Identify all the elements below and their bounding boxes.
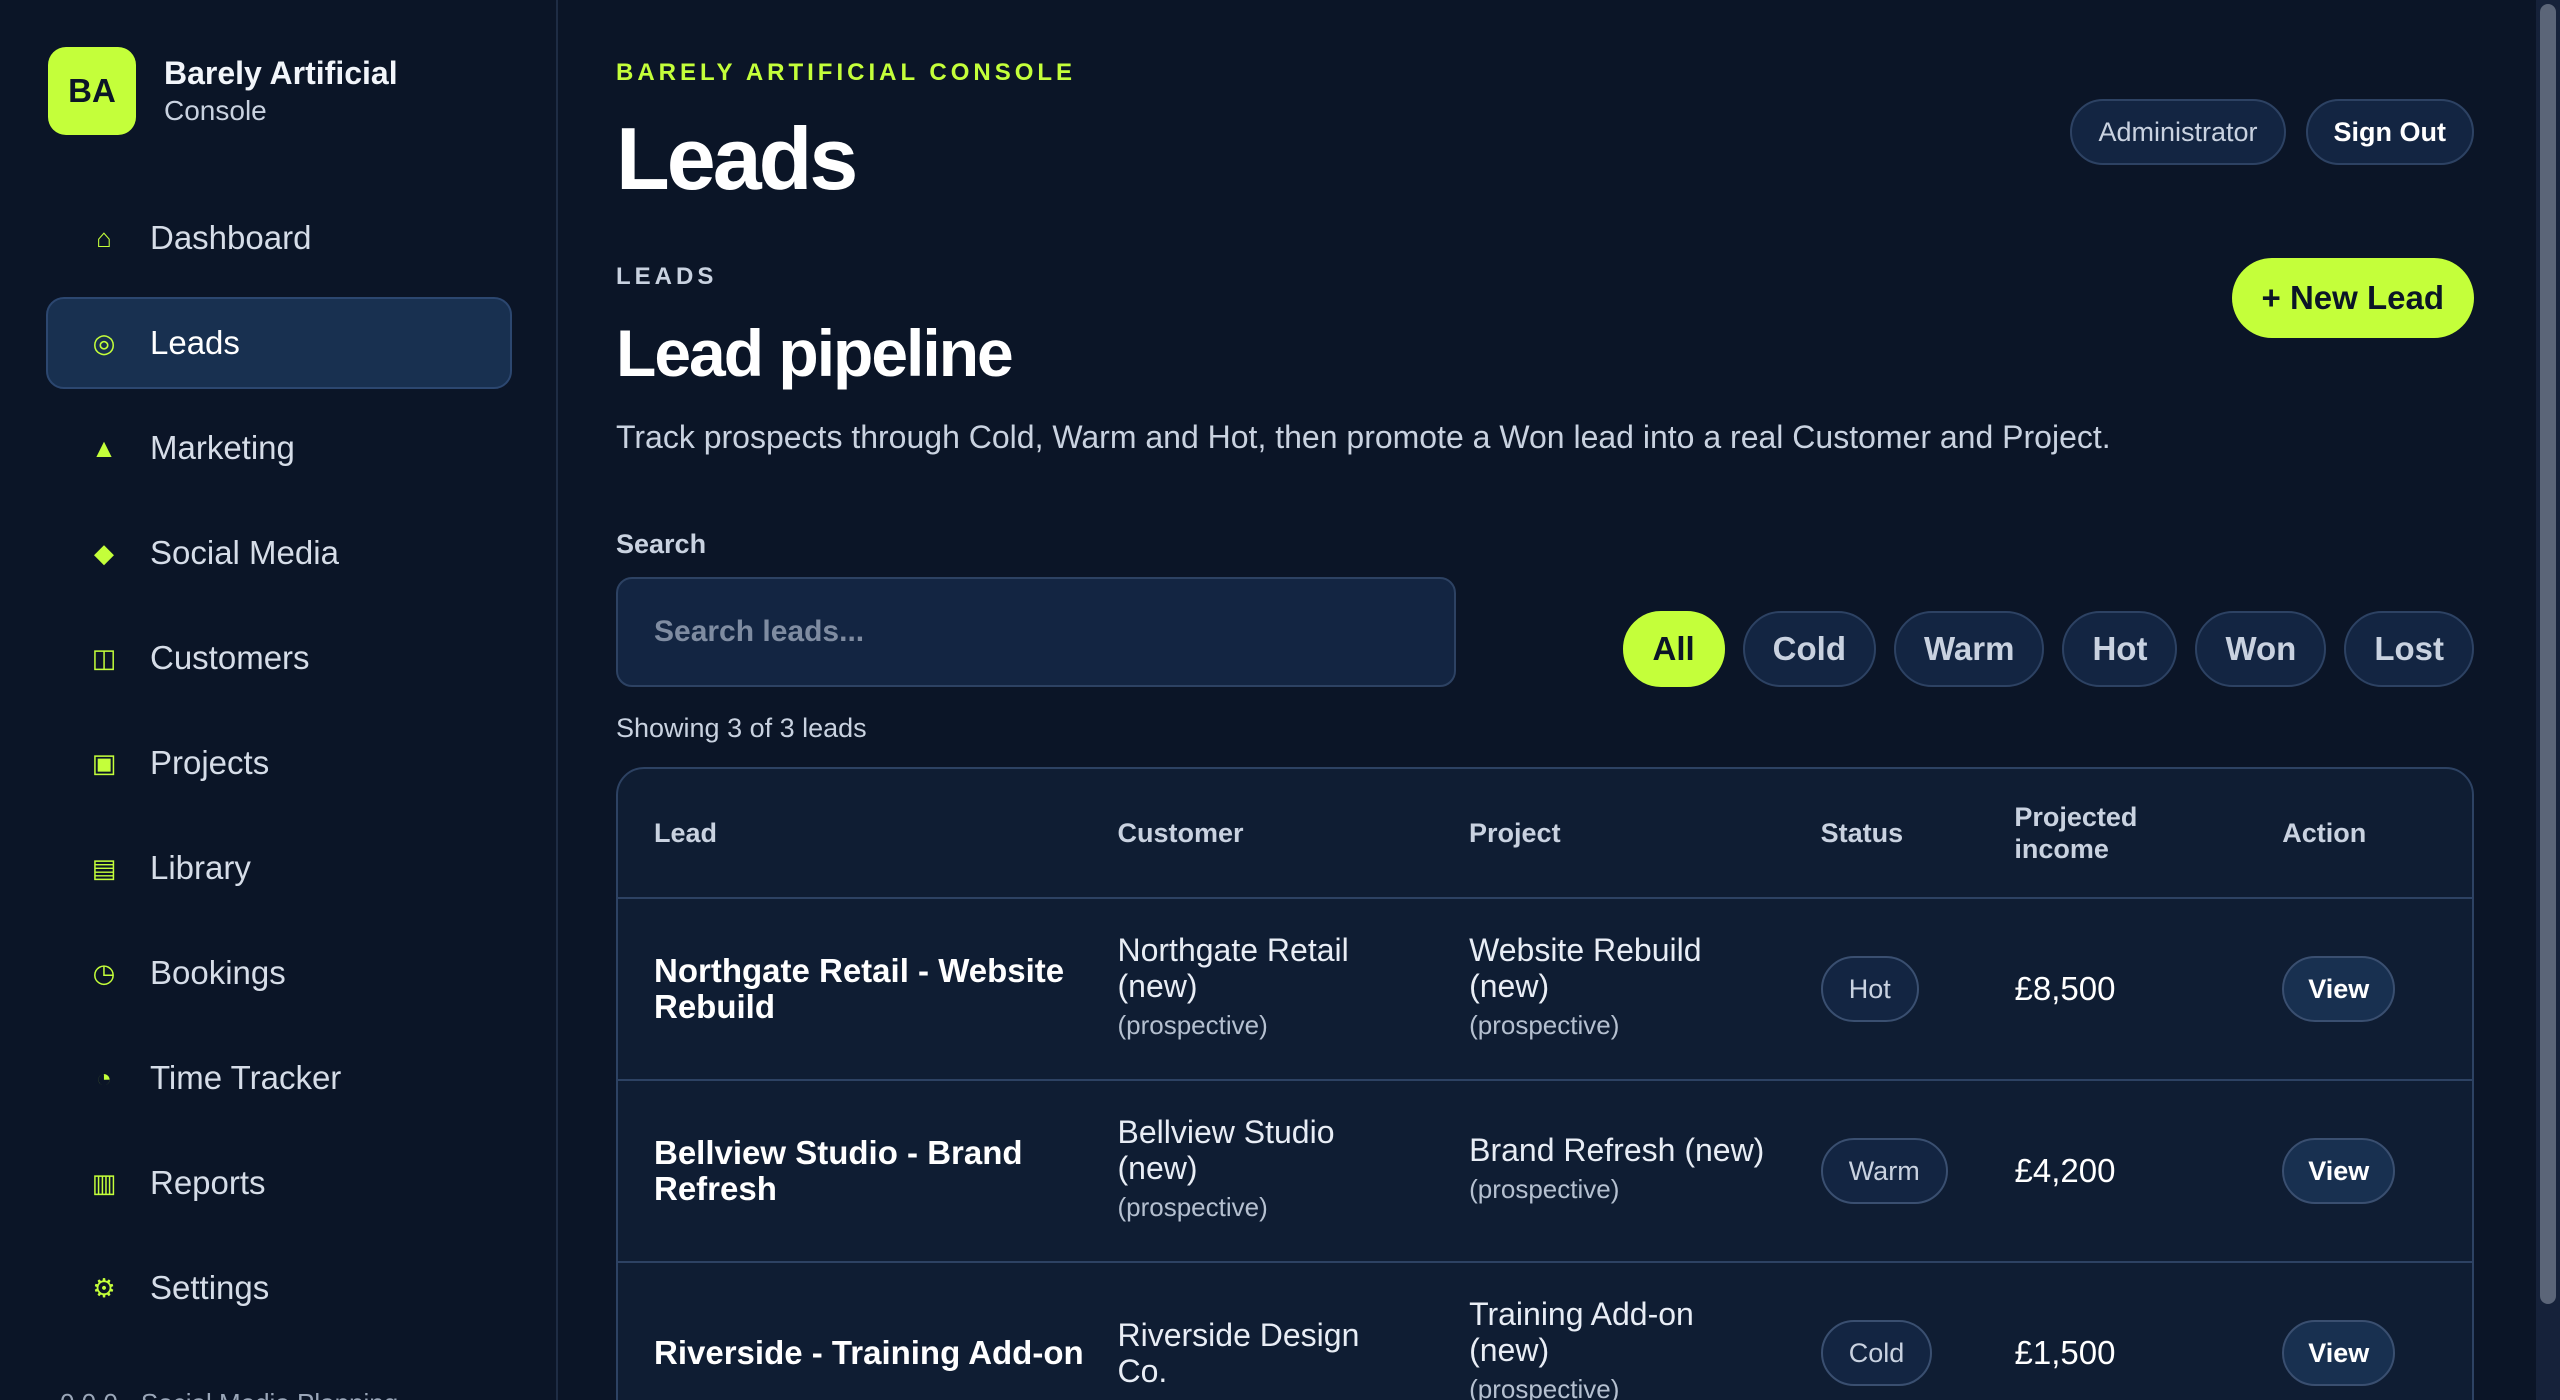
sidebar-footer: 0.0.0 · Social Media Planning [60, 1388, 398, 1400]
sidebar-item-marketing[interactable]: ▲ Marketing [46, 402, 512, 494]
customer-name: Bellview Studio (new) [1117, 1114, 1335, 1186]
col-header-customer[interactable]: Customer [1117, 817, 1469, 849]
console-eyebrow: BARELY ARTIFICIAL CONSOLE [616, 59, 1077, 86]
section-label: LEADS [616, 263, 718, 290]
lead-name[interactable]: Bellview Studio - Brand Refresh [654, 1135, 1094, 1207]
sidebar-item-label: Marketing [150, 429, 295, 466]
sidebar: BA Barely Artificial Console ⌂ Dashboard ◎… [0, 0, 558, 1400]
project-name: Brand Refresh (new) [1469, 1132, 1765, 1168]
target-icon: ◎ [92, 327, 116, 358]
sidebar-item-library[interactable]: ▤ Library [46, 822, 512, 914]
lead-name[interactable]: Northgate Retail - Website Rebuild [654, 953, 1094, 1025]
main-content: BARELY ARTIFICIAL CONSOLE Leads Administ… [616, 0, 2474, 1400]
sidebar-item-leads[interactable]: ◎ Leads [46, 297, 512, 389]
square-icon: ▣ [91, 747, 117, 778]
section-description: Track prospects through Cold, Warm and H… [616, 419, 2111, 455]
sidebar-item-customers[interactable]: ◫ Customers [46, 612, 512, 704]
page-scrollbar[interactable] [2536, 0, 2560, 1400]
role-badge[interactable]: Administrator [2070, 99, 2286, 165]
top-actions: Administrator Sign Out [2070, 99, 2474, 165]
col-header-project[interactable]: Project [1469, 817, 1821, 849]
sidebar-item-social-media[interactable]: ◆ Social Media [46, 507, 512, 599]
brand-logo: BA [48, 47, 136, 135]
sidebar-item-label: Dashboard [150, 219, 312, 256]
results-count: Showing 3 of 3 leads [616, 713, 867, 743]
page-title: Leads [616, 109, 858, 208]
sidebar-item-label: Bookings [150, 954, 286, 991]
status-badge: Hot [1820, 956, 1919, 1022]
status-badge: Cold [1820, 1320, 1933, 1386]
customer-note: (prospective) [1117, 1192, 1268, 1222]
filter-warm[interactable]: Warm [1894, 611, 2045, 687]
table-row[interactable]: Bellview Studio - Brand Refresh Bellview … [618, 1081, 2472, 1263]
project-name: Training Add-on (new) [1469, 1296, 1694, 1368]
projected-income: £8,500 [2014, 970, 2116, 1007]
view-button[interactable]: View [2282, 1138, 2396, 1204]
scrollbar-thumb[interactable] [2540, 4, 2556, 1304]
sidebar-item-label: Leads [150, 324, 240, 361]
chart-icon: ▥ [91, 1167, 117, 1198]
triangle-icon: ▲ [91, 432, 117, 463]
sidebar-item-projects[interactable]: ▣ Projects [46, 717, 512, 809]
table-row[interactable]: Riverside - Training Add-on Riverside Des… [618, 1263, 2472, 1400]
sidebar-item-dashboard[interactable]: ⌂ Dashboard [46, 192, 512, 284]
lead-name[interactable]: Riverside - Training Add-on [654, 1335, 1094, 1371]
filter-lost[interactable]: Lost [2344, 611, 2474, 687]
view-button[interactable]: View [2282, 1320, 2396, 1386]
timer-icon: ◔ [96, 1062, 112, 1093]
project-note: (prospective) [1469, 1174, 1620, 1204]
project-name: Website Rebuild (new) [1469, 932, 1702, 1004]
brand-name: Barely Artificial [164, 55, 398, 91]
customer-name: Riverside Design Co. [1117, 1317, 1360, 1389]
gear-icon: ⚙ [92, 1272, 116, 1303]
table-header: Lead Customer Project Status Projected i… [618, 769, 2472, 899]
diamond-icon: ◆ [94, 537, 114, 568]
brand[interactable]: BA Barely Artificial Console [48, 47, 398, 135]
col-header-status[interactable]: Status [1821, 817, 2015, 849]
brand-subtitle: Console [164, 95, 267, 126]
filter-cold[interactable]: Cold [1742, 611, 1876, 687]
customer-note: (prospective) [1117, 1010, 1268, 1040]
col-header-lead[interactable]: Lead [618, 817, 1117, 849]
sidebar-item-settings[interactable]: ⚙ Settings [46, 1242, 512, 1334]
table-body: Northgate Retail - Website Rebuild Northg… [618, 899, 2472, 1400]
leads-table: Lead Customer Project Status Projected i… [616, 767, 2474, 1400]
sidebar-item-label: Projects [150, 744, 270, 781]
customer-name: Northgate Retail (new) [1117, 932, 1349, 1004]
project-note: (prospective) [1469, 1010, 1620, 1040]
col-header-action: Action [2282, 818, 2367, 848]
status-badge: Warm [1820, 1138, 1948, 1204]
view-button[interactable]: View [2282, 956, 2396, 1022]
sidebar-item-label: Social Media [150, 534, 339, 571]
status-filters: All Cold Warm Hot Won Lost [1622, 611, 2474, 687]
sidebar-item-label: Settings [150, 1269, 270, 1306]
section-title: Lead pipeline [616, 316, 1014, 390]
filter-all[interactable]: All [1622, 611, 1725, 687]
book-icon: ▤ [91, 852, 117, 883]
search-label: Search [616, 529, 707, 559]
search-input[interactable] [616, 577, 1456, 687]
col-header-income[interactable]: Projected income [2014, 801, 2282, 865]
clock-icon: ◷ [92, 957, 116, 988]
filter-hot[interactable]: Hot [2062, 611, 2178, 687]
sidebar-item-bookings[interactable]: ◷ Bookings [46, 927, 512, 1019]
sidebar-nav: ⌂ Dashboard ◎ Leads ▲ Marketing ◆ Social Media ◫… [46, 192, 512, 1347]
columns-icon: ◫ [91, 642, 117, 673]
table-row[interactable]: Northgate Retail - Website Rebuild Northg… [618, 899, 2472, 1081]
sidebar-item-time-tracker[interactable]: ◔ Time Tracker [46, 1032, 512, 1124]
sidebar-item-label: Customers [150, 639, 310, 676]
sidebar-item-label: Time Tracker [150, 1059, 342, 1096]
sidebar-item-reports[interactable]: ▥ Reports [46, 1137, 512, 1229]
projected-income: £1,500 [2014, 1334, 2116, 1371]
project-note: (prospective) [1469, 1374, 1620, 1400]
sidebar-item-label: Library [150, 849, 251, 886]
home-icon: ⌂ [96, 222, 112, 253]
sign-out-button[interactable]: Sign Out [2305, 99, 2474, 165]
projected-income: £4,200 [2014, 1152, 2116, 1189]
filter-won[interactable]: Won [2195, 611, 2327, 687]
sidebar-item-label: Reports [150, 1164, 266, 1201]
new-lead-button[interactable]: + New Lead [2231, 258, 2474, 338]
